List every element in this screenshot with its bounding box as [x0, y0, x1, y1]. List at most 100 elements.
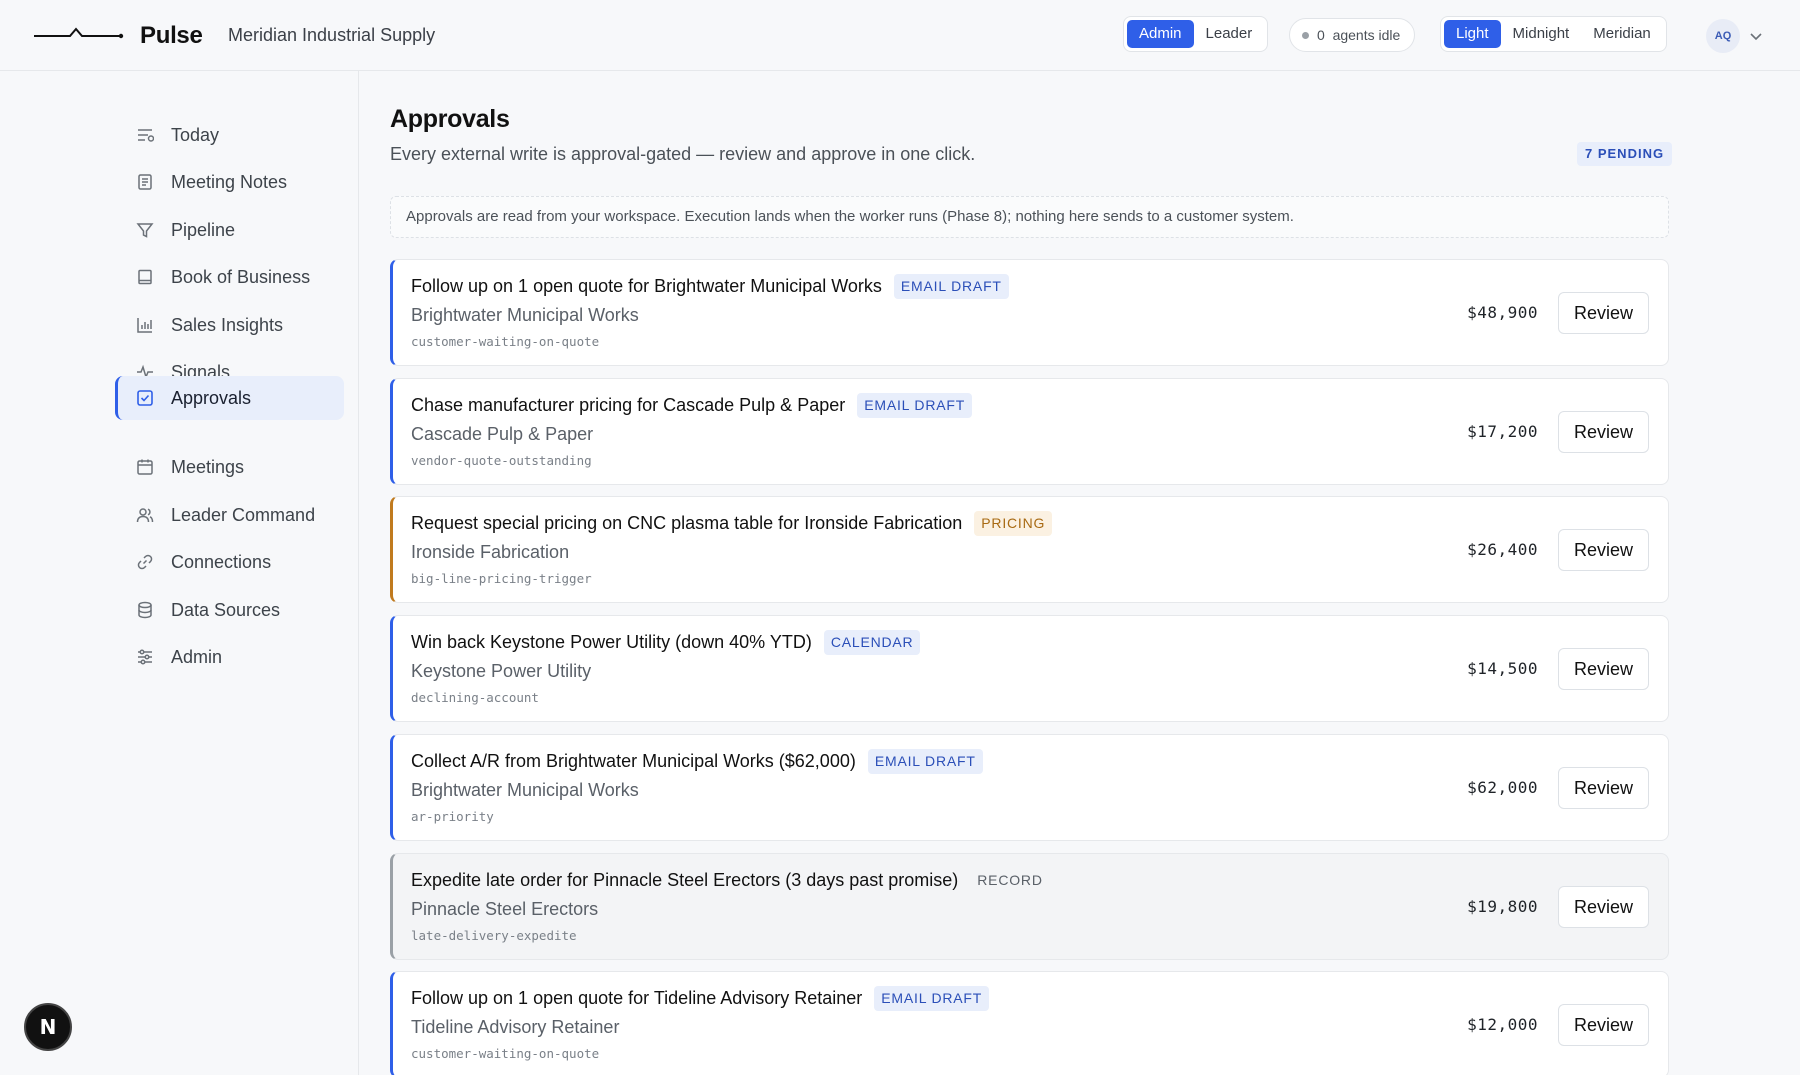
sidebar-item-connections[interactable]: Connections: [115, 540, 344, 584]
approval-company: Brightwater Municipal Works: [411, 780, 639, 800]
sidebar-item-label: Approvals: [171, 387, 252, 408]
sidebar-item-label: Data Sources: [171, 599, 281, 620]
approval-company: Keystone Power Utility: [411, 661, 592, 681]
approval-card[interactable]: Collect A/R from Brightwater Municipal W…: [390, 734, 1669, 841]
approval-title: Follow up on 1 open quote for Tideline A…: [411, 988, 863, 1008]
sidebar-item-label: Sales Insights: [171, 314, 284, 335]
sidebar-item-meeting-notes[interactable]: Meeting Notes: [115, 160, 344, 204]
pulse-logo-icon: [34, 27, 124, 39]
sidebar-item-label: Connections: [171, 551, 272, 572]
link-icon: [135, 552, 155, 572]
approval-title: Request special pricing on CNC plasma ta…: [411, 513, 963, 533]
sidebar-item-leader-command[interactable]: Leader Command: [115, 493, 344, 537]
approval-card[interactable]: Chase manufacturer pricing for Cascade P…: [390, 378, 1669, 485]
approval-title: Win back Keystone Power Utility (down 40…: [411, 632, 812, 652]
book-icon: [135, 267, 155, 287]
database-icon: [135, 600, 155, 620]
review-button[interactable]: Review: [1558, 648, 1649, 690]
approval-card[interactable]: Win back Keystone Power Utility (down 40…: [390, 615, 1669, 722]
sidebar-item-approvals[interactable]: Approvals: [115, 376, 344, 420]
theme-switcher: Light Midnight Meridian: [1440, 16, 1667, 52]
approval-type-tag: EMAIL DRAFT: [857, 393, 973, 418]
sidebar-item-pipeline[interactable]: Pipeline: [115, 208, 344, 252]
agents-status-text: 0 agents idle: [1317, 27, 1401, 43]
top-bar: Pulse Meridian Industrial Supply Admin L…: [0, 0, 1800, 71]
brand-name[interactable]: Pulse: [140, 22, 203, 50]
approval-trigger-code: ar-priority: [411, 809, 494, 824]
review-button[interactable]: Review: [1558, 1004, 1649, 1046]
approval-title: Follow up on 1 open quote for Brightwate…: [411, 276, 882, 296]
review-button[interactable]: Review: [1558, 886, 1649, 928]
approval-trigger-code: customer-waiting-on-quote: [411, 334, 600, 349]
sidebar-item-book-of-business[interactable]: Book of Business: [115, 255, 344, 299]
role-switcher: Admin Leader: [1123, 16, 1269, 52]
role-admin-button[interactable]: Admin: [1127, 20, 1194, 48]
approval-amount: $12,000: [1467, 1015, 1538, 1034]
approval-trigger-code: late-delivery-expedite: [411, 928, 577, 943]
main-content: Approvals Every external write is approv…: [359, 71, 1800, 1075]
sidebar-item-admin[interactable]: Admin: [115, 635, 344, 679]
chevron-down-icon[interactable]: [1748, 28, 1764, 44]
review-button[interactable]: Review: [1558, 411, 1649, 453]
list-icon: [135, 125, 155, 145]
approval-company: Cascade Pulp & Paper: [411, 424, 594, 444]
status-dot-icon: [1302, 31, 1309, 39]
approval-type-tag: EMAIL DRAFT: [893, 274, 1009, 299]
notebook-icon: [135, 172, 155, 192]
approval-title: Collect A/R from Brightwater Municipal W…: [411, 751, 856, 771]
approval-card[interactable]: Expedite late order for Pinnacle Steel E…: [390, 853, 1669, 960]
approval-type-tag: EMAIL DRAFT: [874, 986, 990, 1011]
approval-card[interactable]: Follow up on 1 open quote for Brightwate…: [390, 259, 1669, 366]
theme-meridian-button[interactable]: Meridian: [1581, 20, 1663, 48]
sidebar-item-sales-insights[interactable]: Sales Insights: [115, 303, 344, 347]
sidebar-item-today[interactable]: Today: [115, 113, 344, 157]
approval-trigger-code: customer-waiting-on-quote: [411, 1046, 600, 1061]
organization-name: Meridian Industrial Supply: [228, 25, 436, 45]
sidebar-item-label: Today: [171, 124, 220, 145]
sliders-icon: [135, 647, 155, 667]
calendar-icon: [135, 457, 155, 477]
sidebar-item-label: Book of Business: [171, 266, 311, 287]
page-subtitle: Every external write is approval-gated —…: [390, 144, 976, 164]
approval-trigger-code: big-line-pricing-trigger: [411, 571, 592, 586]
approval-card[interactable]: Request special pricing on CNC plasma ta…: [390, 496, 1669, 603]
theme-light-button[interactable]: Light: [1444, 20, 1501, 48]
sidebar-item-data-sources[interactable]: Data Sources: [115, 588, 344, 632]
page-title: Approvals: [390, 105, 510, 133]
review-button[interactable]: Review: [1558, 292, 1649, 334]
sidebar: Today Meeting Notes Pipeline Book of Bus…: [0, 71, 359, 1075]
approval-trigger-code: vendor-quote-outstanding: [411, 453, 592, 468]
approval-type-tag: RECORD: [977, 872, 1043, 888]
approval-amount: $62,000: [1467, 778, 1538, 797]
approval-amount: $48,900: [1467, 303, 1538, 322]
role-leader-button[interactable]: Leader: [1194, 20, 1265, 48]
approval-title: Chase manufacturer pricing for Cascade P…: [411, 395, 846, 415]
info-notice: Approvals are read from your workspace. …: [390, 196, 1669, 238]
sidebar-item-label: Meetings: [171, 456, 245, 477]
approval-trigger-code: declining-account: [411, 690, 539, 705]
users-icon: [135, 505, 155, 525]
review-button[interactable]: Review: [1558, 767, 1649, 809]
funnel-icon: [135, 220, 155, 240]
check-square-icon: [135, 388, 155, 408]
approval-type-tag: EMAIL DRAFT: [867, 749, 983, 774]
pending-count-badge: 7 PENDING: [1577, 142, 1673, 166]
sidebar-item-label: Meeting Notes: [171, 171, 288, 192]
approval-card[interactable]: Follow up on 1 open quote for Tideline A…: [390, 971, 1669, 1075]
user-avatar[interactable]: AQ: [1706, 19, 1740, 53]
agents-status-pill[interactable]: 0 agents idle: [1289, 18, 1416, 52]
review-button[interactable]: Review: [1558, 529, 1649, 571]
approval-company: Pinnacle Steel Erectors: [411, 899, 599, 919]
bar-chart-icon: [135, 315, 155, 335]
dev-badge-icon[interactable]: N: [24, 1003, 72, 1051]
sidebar-item-label: Admin: [171, 646, 223, 667]
approval-amount: $26,400: [1467, 540, 1538, 559]
approval-type-tag: CALENDAR: [823, 630, 921, 655]
approval-amount: $17,200: [1467, 422, 1538, 441]
approval-amount: $14,500: [1467, 659, 1538, 678]
approval-type-tag: PRICING: [974, 511, 1053, 536]
approval-company: Tideline Advisory Retainer: [411, 1017, 620, 1037]
approval-company: Ironside Fabrication: [411, 542, 570, 562]
theme-midnight-button[interactable]: Midnight: [1501, 20, 1582, 48]
sidebar-item-meetings[interactable]: Meetings: [115, 445, 344, 489]
